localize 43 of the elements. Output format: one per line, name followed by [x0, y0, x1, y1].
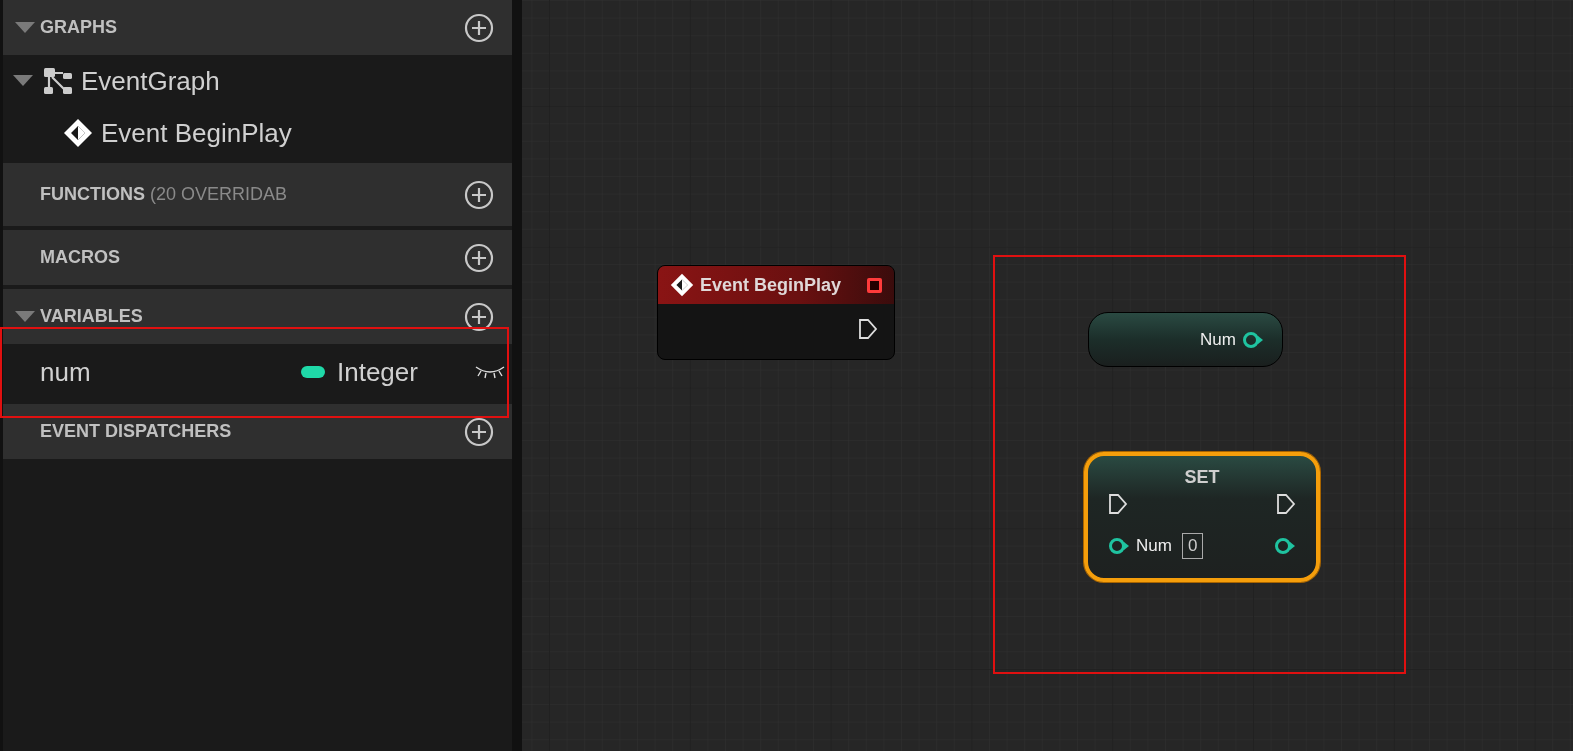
pin-label: Num [1200, 328, 1236, 351]
closed-eye-icon[interactable] [475, 365, 505, 379]
delegate-pin-icon[interactable] [867, 277, 882, 293]
data-pin-icon[interactable] [1274, 537, 1296, 555]
node-title: SET [1184, 466, 1220, 489]
section-header[interactable]: GRAPHS [3, 0, 512, 55]
variable-name: num [40, 355, 92, 389]
exec-pin-icon[interactable] [1276, 493, 1296, 515]
section-header[interactable]: EVENT DISPATCHERS [3, 404, 512, 459]
section-title: GRAPHS [40, 16, 117, 39]
tree-item[interactable]: Event BeginPlay [3, 107, 512, 159]
variable-get-node[interactable]: Num [1088, 312, 1283, 367]
add-icon[interactable] [464, 12, 494, 43]
section-title: EVENT DISPATCHERS [40, 420, 232, 443]
section-header[interactable]: MACROS [3, 230, 512, 285]
node-title: Event BeginPlay [700, 273, 843, 297]
add-icon[interactable] [464, 242, 494, 273]
variable-row[interactable]: num Integer [3, 344, 512, 400]
section-title: MACROS [40, 246, 120, 269]
graph-icon [43, 67, 73, 95]
exec-pin-icon[interactable] [1108, 493, 1128, 515]
data-pin-icon[interactable] [1108, 537, 1130, 555]
expand-arrow-icon[interactable] [14, 310, 35, 323]
add-icon[interactable] [464, 416, 494, 447]
section-header[interactable]: FUNCTIONS (20 OVERRIDAB [3, 163, 512, 226]
add-icon[interactable] [464, 179, 494, 210]
pin-label: Num [1136, 535, 1172, 558]
section-note: (20 OVERRIDAB [150, 183, 288, 206]
data-pin-icon[interactable] [1242, 330, 1264, 349]
variable-type[interactable]: Integer [337, 352, 475, 392]
expand-arrow-icon[interactable] [13, 75, 33, 87]
section-title: VARIABLES [40, 305, 143, 328]
add-icon[interactable] [464, 301, 494, 332]
expand-arrow-icon[interactable] [14, 21, 35, 34]
event-icon [63, 118, 93, 148]
event-icon [670, 273, 694, 297]
section-title: FUNCTIONS [40, 183, 145, 206]
exec-pin-icon[interactable] [858, 318, 878, 340]
section-header[interactable]: VARIABLES [3, 289, 512, 344]
event-node[interactable]: Event BeginPlay [657, 265, 895, 360]
variable-set-node[interactable]: SET Num 0 [1084, 452, 1320, 582]
tree-item[interactable]: EventGraph [3, 55, 512, 107]
value-input[interactable]: 0 [1181, 533, 1204, 559]
